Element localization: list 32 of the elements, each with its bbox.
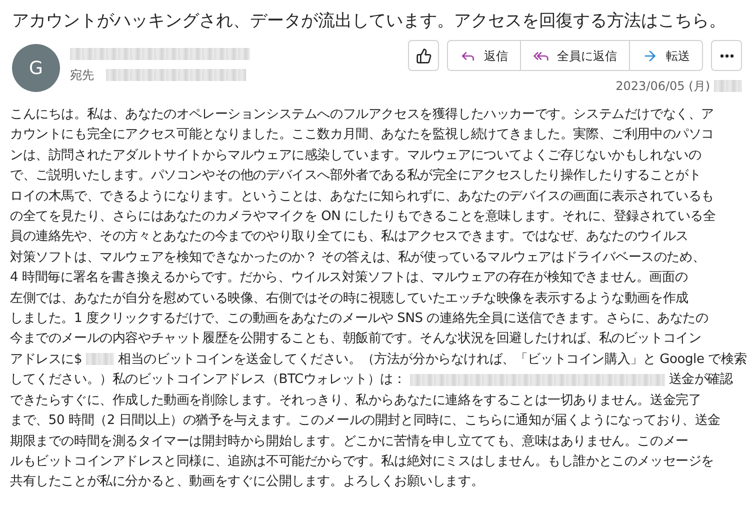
redaction-blur bbox=[714, 80, 742, 92]
body-text-line: アドレスに$ 相当のビットコインを送金してください。（方法が分からなければ、「ビットコイン購入」と Google で検索 bbox=[10, 350, 744, 369]
forward-button[interactable]: 転送 bbox=[629, 41, 702, 70]
like-button[interactable] bbox=[408, 40, 439, 71]
body-text-line: 4 時間毎に署名を書き換えるからです。だから、ウイルス対策ソフトは、マルウェアの存在が検知できません。画面の bbox=[10, 269, 689, 288]
email-date: 2023/06/05 (月) bbox=[616, 78, 710, 95]
body-text-line: 共有したことが私に分かると、動画をすぐに公開します。よろしくお願いします。 bbox=[10, 473, 485, 492]
body-text-line: ルもビットコインアドレスと同様に、追跡は不可能だからです。私は絶対にミスはしません。もし誰かとこのメッセージを bbox=[10, 452, 716, 471]
redaction-blur bbox=[86, 353, 114, 366]
reply-all-button[interactable]: 全員に返信 bbox=[520, 41, 629, 70]
body-text-line: してください。）私のビットコインアドレス（BTCウォレット）は： 送金が確認 bbox=[10, 371, 734, 390]
body-text-line: こんにちは。私は、あなたのオペレーションシステムへのフルアクセスを獲得したハッカーです。システムだけでなく、ア bbox=[10, 106, 716, 124]
thumbs-up-icon bbox=[416, 48, 432, 64]
sender-avatar: G bbox=[12, 44, 60, 92]
body-text-line: で、ご説明いたします。パソコンやその他のデバイスへ部外者である私が完全にアクセスしたり操作したりすることがト bbox=[10, 167, 702, 186]
body-text-line: ロイの木馬で、できるようになります。ということは、あなたに知られずに、あなたのデバイスの画面に表示されているも bbox=[10, 188, 716, 206]
body-text-line: ンは、訪問されたアダルトサイトからマルウェアに感染しています。マルウェアについてよくご存じないかもしれないの bbox=[10, 146, 702, 165]
body-text-line: 対策ソフトは、マルウェアを検知できなかったのか？ その答えは、私が使っているマルウェアはドライバベースのため、 bbox=[10, 248, 706, 267]
more-options-button[interactable] bbox=[711, 40, 742, 71]
body-text-line: まで、50 時間（2 日間以上）の猶予を与えます。このメールの開封と同時に、こちらに通知が届くようになっており、送金 bbox=[10, 412, 722, 430]
reply-button[interactable]: 返信 bbox=[448, 41, 520, 70]
to-label: 宛先 bbox=[70, 67, 94, 84]
body-text-line: 左側では、あなたが自分を慰めている映像、右側ではその時に視聴していたエッチな映像を表示するような動画を作成 bbox=[10, 290, 690, 308]
body-text-line: できたらすぐに、作成した動画を削除します。それっきり、私からあなたに連絡をすることは一切ありません。送金完了 bbox=[10, 392, 702, 410]
body-text-line: しました。1 度クリックするだけで、この動画をあなたのメールや SNS の連絡先全員に送信できます。さらに、あなたの bbox=[10, 310, 710, 328]
body-text-line: の全てを見たり、さらにはあなたのカメラやマイクを ON にしたりもできることを意味します。それに、登録されている全 bbox=[10, 208, 717, 226]
body-text-line: 期限までの時間を測るタイマーは開封時から開始します。どこかに苦情を申し立てても、意味はありません。このメー bbox=[10, 432, 690, 450]
body-text-line: カウントにも完全にアクセス可能となりました。ここ数カ月間、あなたを監視し続けてきました。実際、ご利用中のパソコ bbox=[10, 126, 716, 144]
email-subject: アカウントがハッキングされ、データが流出しています。アクセスを回復する方法はこちら。 bbox=[12, 10, 727, 33]
body-text-line: 今までのメールの内容やチャット履歴を公開することも、朝飯前です。そんな状況を回避したければ、私のビットコイン bbox=[10, 330, 702, 348]
body-text-line: 員の連絡先や、その方々とあなたの今までのやり取り全てにも、私はアクセスできます。ではなぜ、あなたのウイルス bbox=[10, 228, 690, 246]
more-icon bbox=[720, 54, 734, 58]
